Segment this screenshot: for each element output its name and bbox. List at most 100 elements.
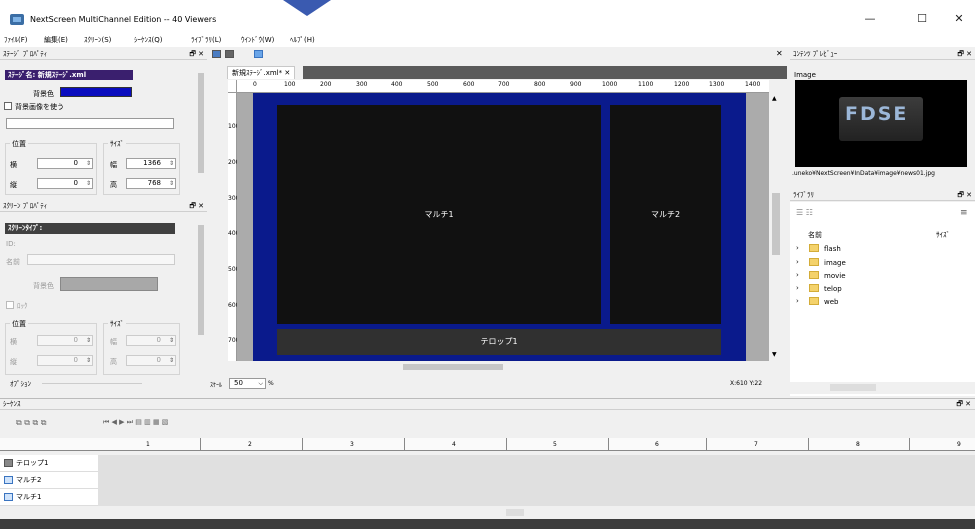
screen-h-value: 0 — [156, 356, 161, 364]
scroll-thumb[interactable] — [830, 384, 876, 391]
sequence-row-multi1[interactable]: マルチ1 — [0, 489, 98, 506]
bg-image-path-input[interactable] — [6, 118, 174, 129]
panel-pin-close-icon[interactable]: 🗗 ✕ — [956, 399, 971, 410]
screen-bgcolor-swatch[interactable] — [60, 277, 158, 291]
scroll-up-icon[interactable]: ▲ — [772, 95, 777, 102]
sequence-hscrollbar[interactable] — [98, 507, 975, 518]
spinner-icon[interactable]: ⇕ — [86, 336, 91, 345]
library-view-icons[interactable]: ☰ ☷ — [796, 208, 813, 217]
use-bg-image-checkbox[interactable] — [4, 102, 12, 110]
menu-library[interactable]: ﾗｲﾌﾞﾗﾘ(L) — [191, 35, 221, 45]
menu-edit[interactable]: 編集(E) — [44, 35, 68, 45]
spinner-icon[interactable]: ⇕ — [169, 179, 174, 188]
library-col-name: 名前 — [808, 231, 822, 239]
telop-icon[interactable] — [225, 50, 234, 58]
stage-x-field[interactable]: 0 ⇕ — [37, 158, 93, 169]
option-divider — [42, 383, 142, 384]
timeline-sep — [200, 438, 201, 451]
screen-icon[interactable] — [212, 50, 221, 58]
editor-vscrollbar[interactable]: ▲ ▼ — [771, 93, 781, 361]
sequence-row-multi2[interactable]: マルチ2 — [0, 472, 98, 489]
lock-checkbox[interactable] — [6, 301, 14, 309]
close-button[interactable]: ✕ — [944, 8, 974, 30]
ruler-h-label: 900 — [570, 81, 582, 88]
hamburger-menu-icon[interactable]: ≡ — [960, 208, 968, 218]
library-folder-image[interactable]: image — [824, 259, 846, 267]
tab-new-stage[interactable]: 新規ｽﾃｰｼﾞ.xml* ✕ — [227, 66, 296, 79]
expand-chevron-icon[interactable]: › — [796, 258, 799, 266]
expand-chevron-icon[interactable]: › — [796, 244, 799, 252]
sequence-row-telop1[interactable]: テロップ1 — [0, 455, 98, 472]
screen-x-value: 0 — [73, 336, 78, 344]
sequence-toolbar: ⧉ ⧉ ⧉ ⧉ ⏮ ◀ ▶ ⏭ ▤ ▥ ▦ ▧ — [0, 411, 975, 438]
library-hscrollbar[interactable] — [790, 382, 975, 394]
menu-help[interactable]: ﾍﾙﾌﾟ(H) — [290, 35, 315, 45]
menu-sequence[interactable]: ｼｰｹﾝｽ(Q) — [134, 35, 162, 45]
panel-pin-close-icon[interactable]: 🗗 ✕ — [957, 48, 972, 60]
library-folder-telop[interactable]: telop — [824, 285, 842, 293]
folder-icon — [809, 258, 819, 266]
spinner-icon[interactable]: ⇕ — [86, 179, 91, 188]
scroll-down-icon[interactable]: ▼ — [772, 351, 777, 358]
screen-telop1[interactable]: テロップ1 — [277, 329, 721, 355]
screen-w-field[interactable]: 0 ⇕ — [126, 335, 176, 346]
editor-hscrollbar[interactable] — [228, 362, 771, 372]
screen-multi1[interactable]: マルチ1 — [277, 105, 601, 324]
scroll-thumb[interactable] — [772, 193, 780, 255]
ruler-corner — [228, 80, 237, 93]
screen-y-field[interactable]: 0 ⇕ — [37, 355, 93, 366]
scroll-thumb[interactable] — [198, 73, 204, 173]
stage-props-scrollbar[interactable] — [197, 61, 205, 195]
screen-multi2[interactable]: マルチ2 — [610, 105, 721, 324]
stage-w-field[interactable]: 1366 ⇕ — [126, 158, 176, 169]
stage-name-label: ｽﾃｰｼﾞ名: 新規ｽﾃｰｼﾞ.xml — [5, 70, 133, 80]
ruler-h-label: 1200 — [674, 81, 690, 88]
screen-x-field[interactable]: 0 ⇕ — [37, 335, 93, 346]
preview-path: .uneko¥NextScreen¥InData¥image¥news01.jp… — [792, 170, 935, 177]
screen-y-label: 縦 — [10, 358, 17, 366]
screen-h-field[interactable]: 0 ⇕ — [126, 355, 176, 366]
screen-name-input[interactable] — [27, 254, 175, 265]
spinner-icon[interactable]: ⇕ — [169, 356, 174, 365]
stage-bgcolor-swatch[interactable] — [60, 87, 132, 97]
menu-file[interactable]: ﾌｧｲﾙ(F) — [4, 35, 28, 45]
spinner-icon[interactable]: ⇕ — [169, 336, 174, 345]
stage-h-field[interactable]: 768 ⇕ — [126, 178, 176, 189]
menu-screen[interactable]: ｽｸﾘｰﾝ(S) — [84, 35, 111, 45]
spinner-icon[interactable]: ⇕ — [86, 356, 91, 365]
expand-chevron-icon[interactable]: › — [796, 297, 799, 305]
scale-select[interactable]: 50 ⌵ — [229, 378, 266, 389]
screen-w-label: 幅 — [110, 338, 117, 346]
stage-props-header: ｽﾃｰｼﾞ ﾌﾟﾛﾊﾟﾃｨ 🗗 ✕ — [0, 48, 207, 60]
timeline-sep — [302, 438, 303, 451]
library-folder-movie[interactable]: movie — [824, 272, 846, 280]
sequence-playback-icons[interactable]: ⏮ ◀ ▶ ⏭ ▤ ▥ ▦ ▧ — [103, 418, 168, 427]
stage-size-label: ｻｲｽﾞ — [108, 139, 126, 149]
spinner-icon[interactable]: ⇕ — [169, 159, 174, 168]
library-folder-web[interactable]: web — [824, 298, 838, 306]
timeline-sep — [706, 438, 707, 451]
timeline-label: 3 — [350, 441, 354, 448]
horizontal-ruler: 0 100 200 300 400 500 600 700 800 900 10… — [237, 80, 769, 93]
panel-pin-close-icon[interactable]: 🗗 ✕ — [189, 200, 204, 212]
scroll-thumb[interactable] — [403, 364, 503, 370]
screen-props-scrollbar[interactable] — [197, 213, 205, 394]
expand-chevron-icon[interactable]: › — [796, 271, 799, 279]
minimize-button[interactable]: — — [855, 8, 885, 30]
library-folder-flash[interactable]: flash — [824, 245, 841, 253]
scroll-thumb[interactable] — [506, 509, 524, 516]
panel-pin-close-icon[interactable]: 🗗 ✕ — [957, 189, 972, 201]
expand-chevron-icon[interactable]: › — [796, 284, 799, 292]
tab-close-icon[interactable]: ✕ — [284, 69, 290, 77]
panel-pin-close-icon[interactable]: 🗗 ✕ — [189, 48, 204, 60]
spinner-icon[interactable]: ⇕ — [86, 159, 91, 168]
add-screen-icon[interactable] — [254, 50, 263, 58]
sequence-grid[interactable] — [98, 455, 975, 506]
sequence-toolbar-icons[interactable]: ⧉ ⧉ ⧉ ⧉ — [16, 418, 46, 428]
maximize-button[interactable]: ☐ — [907, 8, 937, 30]
scroll-thumb[interactable] — [198, 225, 204, 335]
scale-label: ｽｹｰﾙ — [210, 382, 223, 389]
stage-y-field[interactable]: 0 ⇕ — [37, 178, 93, 189]
editor-close-icon[interactable]: ✕ — [776, 49, 783, 58]
menu-window[interactable]: ｳｲﾝﾄﾞｳ(W) — [241, 35, 274, 45]
